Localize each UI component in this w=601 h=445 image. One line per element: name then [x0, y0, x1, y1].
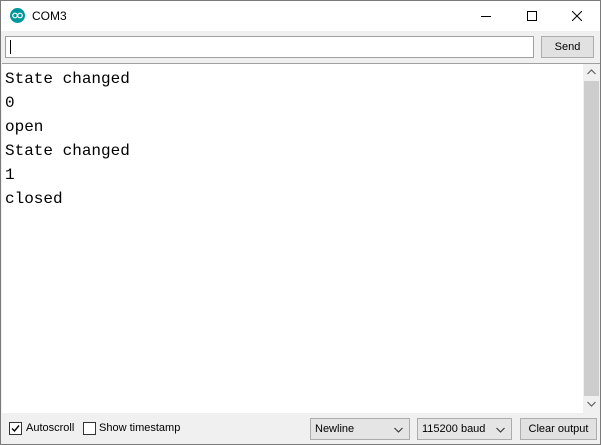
text-caret	[10, 40, 11, 54]
window-title: COM3	[32, 9, 67, 23]
maximize-button[interactable]	[509, 1, 555, 31]
output-line: closed	[5, 190, 63, 208]
output-line: open	[5, 118, 44, 136]
send-button[interactable]: Send	[541, 36, 594, 58]
scroll-thumb[interactable]	[584, 81, 599, 396]
baud-rate-select[interactable]: 115200 baud	[417, 418, 512, 440]
checkmark-icon	[11, 425, 20, 433]
arduino-icon	[10, 8, 25, 23]
output-line: 1	[5, 166, 15, 184]
vertical-scrollbar[interactable]	[583, 63, 600, 413]
baud-rate-value: 115200 baud	[422, 423, 486, 435]
output-line: 0	[5, 94, 15, 112]
chevron-down-icon	[587, 401, 596, 407]
minimize-icon	[481, 16, 491, 17]
output-line: State changed	[5, 142, 130, 160]
serial-monitor-window: COM3 Send State changed 0 open State cha…	[0, 0, 601, 445]
chevron-up-icon	[587, 69, 596, 75]
status-bar: Autoscroll Show timestamp Newline 115200…	[1, 413, 600, 444]
close-icon	[572, 11, 582, 21]
title-bar: COM3	[1, 1, 600, 31]
autoscroll-checkbox[interactable]	[9, 422, 22, 435]
close-button[interactable]	[554, 1, 600, 31]
show-timestamp-checkbox[interactable]	[83, 422, 96, 435]
scroll-down-button[interactable]	[583, 396, 600, 413]
autoscroll-label[interactable]: Autoscroll	[26, 421, 74, 436]
scroll-up-button[interactable]	[583, 64, 600, 81]
serial-input[interactable]	[5, 36, 534, 58]
maximize-icon	[527, 11, 537, 21]
line-ending-value: Newline	[315, 423, 355, 435]
chevron-down-icon	[496, 427, 505, 433]
line-ending-select[interactable]: Newline	[310, 418, 410, 440]
chevron-down-icon	[394, 427, 403, 433]
send-row: Send	[1, 31, 600, 63]
clear-output-button[interactable]: Clear output	[520, 418, 597, 440]
serial-output[interactable]: State changed 0 open State changed 1 clo…	[2, 63, 583, 413]
output-line: State changed	[5, 70, 130, 88]
minimize-button[interactable]	[463, 1, 509, 31]
show-timestamp-label[interactable]: Show timestamp	[99, 421, 180, 436]
